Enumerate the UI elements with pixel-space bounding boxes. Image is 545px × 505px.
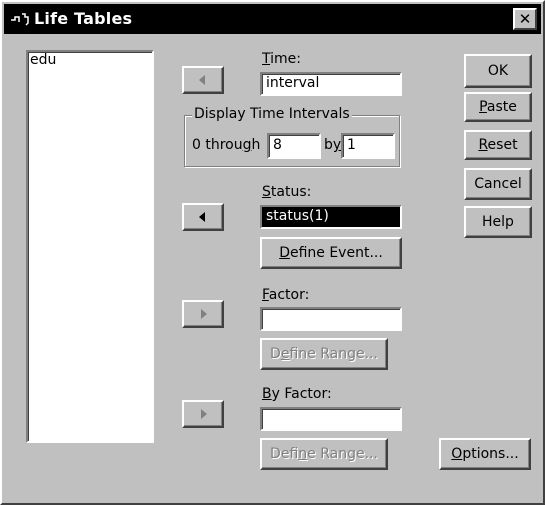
arrow-left-icon [199, 75, 205, 85]
life-tables-dialog: Life Tables ✕ edu Time: interval Display… [0, 0, 545, 505]
by-factor-field[interactable] [260, 407, 402, 431]
define-event-button[interactable]: Define Event... [260, 237, 402, 269]
through-field[interactable]: 8 [267, 133, 321, 159]
help-label: Help [482, 214, 514, 230]
close-icon: ✕ [518, 10, 532, 28]
define-range-button[interactable]: Define Range... [260, 338, 388, 370]
reset-label: Reset [478, 137, 518, 153]
arrow-right-icon [201, 309, 207, 319]
reset-button[interactable]: Reset [464, 130, 532, 160]
through-label: 0 through [192, 137, 261, 153]
define-range-label: Define Range... [270, 346, 378, 362]
status-field[interactable]: status(1) [260, 205, 402, 229]
through-field-value: 8 [273, 137, 282, 153]
status-move-button[interactable] [182, 203, 224, 231]
by-label: by [324, 137, 342, 153]
list-item[interactable]: edu [30, 52, 56, 68]
help-button[interactable]: Help [464, 206, 532, 238]
time-label: Time: [262, 51, 301, 67]
life-tables-icon [11, 13, 29, 26]
variable-list[interactable]: edu [26, 50, 154, 443]
options-label: Options... [451, 446, 519, 462]
window-title: Life Tables [34, 9, 133, 28]
factor-field[interactable] [260, 307, 402, 331]
by-field[interactable]: 1 [341, 133, 395, 159]
by-field-value: 1 [347, 137, 356, 153]
time-move-button[interactable] [182, 66, 224, 94]
status-field-value: status(1) [266, 208, 329, 224]
paste-button[interactable]: Paste [464, 92, 532, 122]
cancel-label: Cancel [474, 176, 522, 192]
arrow-left-icon [199, 212, 205, 222]
ok-button[interactable]: OK [464, 54, 532, 88]
display-time-intervals-title: Display Time Intervals [192, 106, 352, 122]
cancel-button[interactable]: Cancel [464, 168, 532, 200]
arrow-right-icon [201, 409, 207, 419]
ok-label: OK [487, 63, 509, 79]
by-factor-label: By Factor: [262, 386, 332, 402]
define-range-by-factor-label: Define Range... [270, 446, 378, 462]
factor-label: Factor: [262, 287, 310, 303]
define-range-by-factor-button[interactable]: Define Range... [260, 438, 388, 470]
define-event-label: Define Event... [279, 245, 383, 261]
time-field-value: interval [266, 75, 320, 91]
status-label: Status: [262, 184, 312, 200]
close-button[interactable]: ✕ [513, 8, 537, 30]
by-factor-move-button[interactable] [182, 400, 224, 428]
options-button[interactable]: Options... [439, 438, 531, 470]
title-bar: Life Tables ✕ [4, 4, 541, 34]
paste-label: Paste [479, 99, 517, 115]
factor-move-button[interactable] [182, 300, 224, 328]
time-field[interactable]: interval [260, 72, 402, 96]
